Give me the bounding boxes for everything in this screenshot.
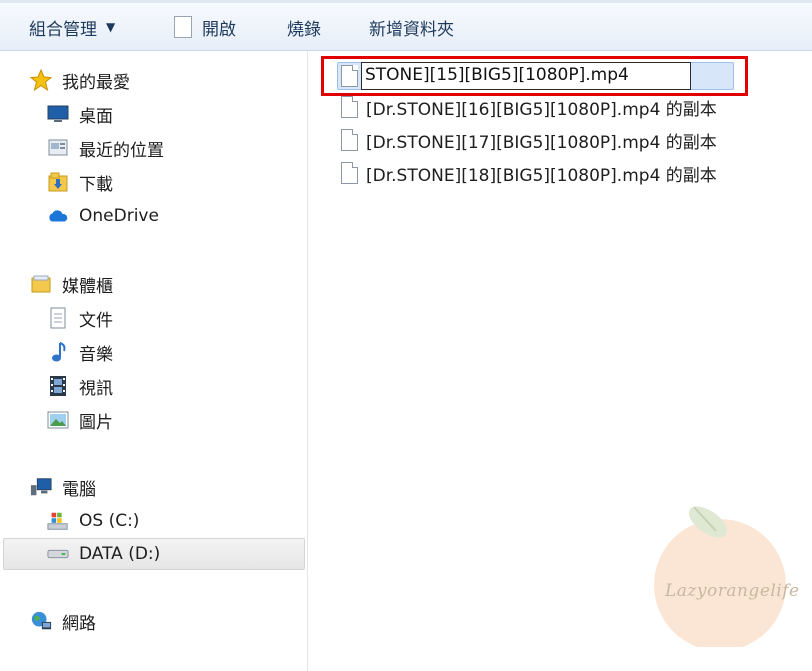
- file-icon: [341, 129, 358, 151]
- file-row[interactable]: [Dr.STONE][16][BIG5][1080P].mp4 的副本: [341, 93, 717, 121]
- burn-button[interactable]: 燒錄: [287, 3, 321, 51]
- nav-item-desktop[interactable]: 桌面: [47, 99, 113, 129]
- windows-drive-icon: [47, 510, 69, 532]
- orange-logo-icon: [654, 506, 786, 651]
- nav-network[interactable]: 網路: [30, 606, 96, 636]
- nav-item-onedrive[interactable]: OneDrive: [47, 201, 159, 231]
- nav-favorites[interactable]: 我的最愛: [30, 65, 130, 95]
- libraries-icon: [30, 273, 52, 295]
- nav-item-data-drive[interactable]: DATA (D:): [47, 539, 160, 569]
- nav-computer-label: 電腦: [62, 479, 96, 500]
- nav-item-label: 圖片: [79, 412, 113, 433]
- downloads-folder-icon: [47, 171, 69, 193]
- rename-input[interactable]: STONE][15][BIG5][1080P].mp4: [361, 62, 691, 90]
- hard-drive-icon: [47, 543, 69, 565]
- nav-item-music[interactable]: 音樂: [47, 337, 113, 367]
- nav-item-label: 桌面: [79, 106, 113, 127]
- nav-item-label: DATA (D:): [79, 544, 161, 564]
- organize-label: 組合管理: [29, 19, 97, 40]
- nav-item-label: OneDrive: [79, 206, 159, 226]
- network-globe-icon: [30, 610, 52, 632]
- nav-item-label: OS (C:): [79, 511, 140, 531]
- command-toolbar: 組合管理 ▼ 開啟 燒錄 新增資料夾: [0, 0, 812, 51]
- navigation-pane: 我的最愛 桌面 最近的位置 下載 OneDrive 媒體櫃 文件 音樂 視訊 圖…: [0, 51, 308, 671]
- open-label: 開啟: [202, 19, 236, 40]
- file-name: [Dr.STONE][17][BIG5][1080P].mp4 的副本: [366, 132, 717, 153]
- nav-item-label: 下載: [79, 174, 113, 195]
- nav-item-downloads[interactable]: 下載: [47, 167, 113, 197]
- nav-network-label: 網路: [62, 613, 96, 634]
- pictures-icon: [47, 409, 69, 431]
- nav-item-label: 視訊: [79, 378, 113, 399]
- nav-item-label: 文件: [79, 310, 113, 331]
- file-name: [Dr.STONE][16][BIG5][1080P].mp4 的副本: [366, 99, 717, 120]
- burn-label: 燒錄: [287, 19, 321, 40]
- file-row[interactable]: [Dr.STONE][17][BIG5][1080P].mp4 的副本: [341, 126, 717, 154]
- nav-libraries-label: 媒體櫃: [62, 276, 113, 297]
- video-film-icon: [47, 375, 69, 397]
- watermark-text: Lazyorangelife: [665, 581, 800, 601]
- nav-favorites-label: 我的最愛: [62, 72, 130, 93]
- nav-item-videos[interactable]: 視訊: [47, 371, 113, 401]
- star-icon: [30, 69, 52, 91]
- watermark-logo: Lazyorangelife: [644, 497, 812, 651]
- dropdown-arrow-icon: ▼: [106, 20, 116, 34]
- nav-libraries[interactable]: 媒體櫃: [30, 269, 113, 299]
- organize-menu-button[interactable]: 組合管理 ▼: [29, 3, 115, 51]
- nav-item-label: 最近的位置: [79, 140, 164, 161]
- new-folder-button[interactable]: 新增資料夾: [369, 3, 454, 51]
- desktop-icon: [47, 103, 69, 125]
- file-icon: [341, 65, 358, 87]
- nav-computer[interactable]: 電腦: [30, 472, 96, 502]
- music-note-icon: [47, 341, 69, 363]
- onedrive-cloud-icon: [47, 205, 69, 227]
- file-name: [Dr.STONE][18][BIG5][1080P].mp4 的副本: [366, 165, 717, 186]
- file-row[interactable]: [Dr.STONE][18][BIG5][1080P].mp4 的副本: [341, 159, 717, 187]
- nav-item-documents[interactable]: 文件: [47, 303, 113, 333]
- computer-icon: [30, 476, 52, 498]
- nav-item-recent-places[interactable]: 最近的位置: [47, 133, 164, 163]
- new-folder-label: 新增資料夾: [369, 19, 454, 40]
- file-icon: [341, 96, 358, 118]
- documents-icon: [47, 307, 69, 329]
- file-icon: [341, 162, 358, 184]
- recent-places-icon: [47, 137, 69, 159]
- document-icon: [174, 16, 192, 38]
- nav-item-os-drive[interactable]: OS (C:): [47, 506, 139, 536]
- open-button[interactable]: 開啟: [174, 3, 236, 51]
- nav-item-pictures[interactable]: 圖片: [47, 405, 113, 435]
- nav-item-label: 音樂: [79, 344, 113, 365]
